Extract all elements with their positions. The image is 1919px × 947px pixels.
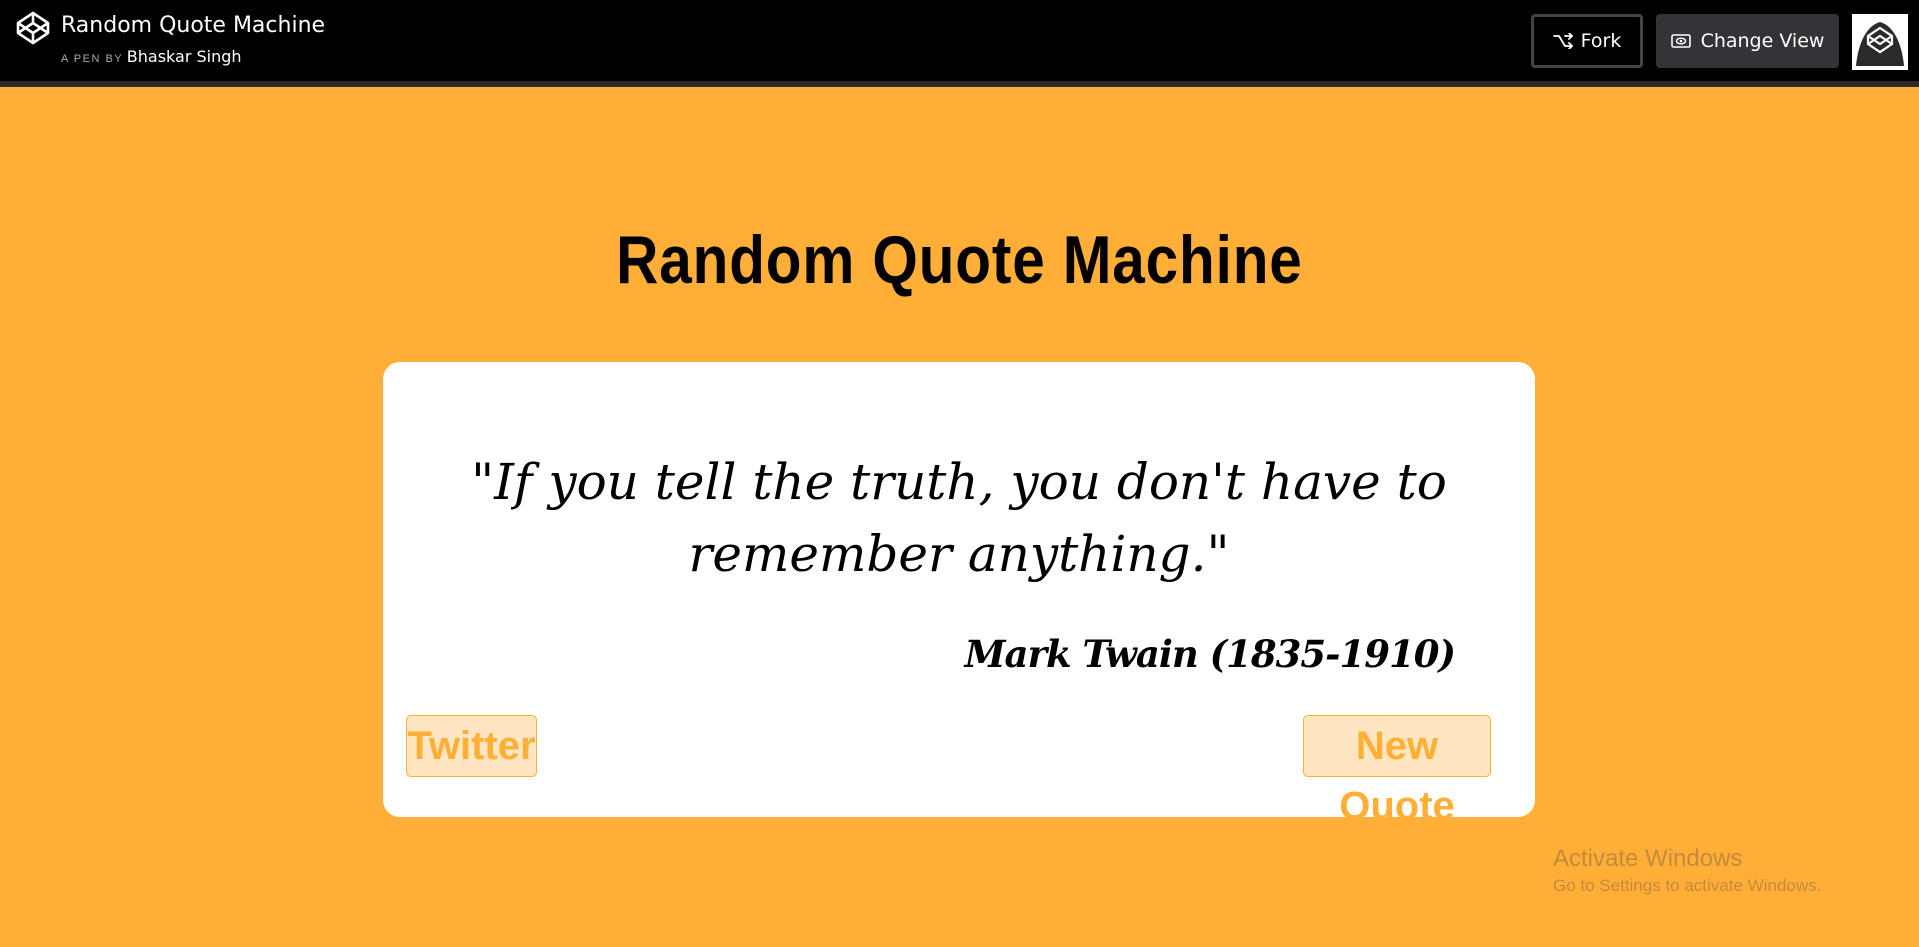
fork-label: Fork: [1580, 30, 1622, 52]
quote-author: Mark Twain (1835-1910): [964, 632, 1456, 676]
watermark-title: Activate Windows: [1553, 845, 1743, 872]
page-title: Random Quote Machine: [616, 222, 1303, 298]
change-view-label: Change View: [1700, 30, 1825, 52]
author-link[interactable]: Bhaskar Singh: [127, 47, 242, 66]
eye-icon: [1670, 34, 1691, 48]
change-view-button[interactable]: Change View: [1656, 14, 1839, 68]
new-quote-button[interactable]: New Quote: [1303, 715, 1491, 828]
codepen-logo-icon[interactable]: [16, 11, 50, 45]
tweet-quote-button[interactable]: Twitter: [406, 715, 537, 777]
pen-author-line: A PEN BY Bhaskar Singh: [61, 48, 242, 68]
fork-button[interactable]: Fork: [1531, 14, 1643, 68]
pen-title: Random Quote Machine: [61, 13, 326, 38]
watermark-subtitle: Go to Settings to activate Windows.: [1553, 876, 1822, 895]
user-avatar[interactable]: [1852, 14, 1908, 70]
quote-text: "If you tell the truth, you don't have t…: [471, 453, 1447, 583]
pen-by-prefix: A PEN BY: [61, 53, 124, 65]
fork-icon: [1552, 33, 1573, 49]
quote-box: "If you tell the truth, you don't have t…: [383, 362, 1535, 828]
windows-activation-watermark: Activate Windows Go to Settings to activ…: [1553, 843, 1821, 897]
codepen-header: Random Quote Machine A PEN BY Bhaskar Si…: [0, 0, 1919, 87]
